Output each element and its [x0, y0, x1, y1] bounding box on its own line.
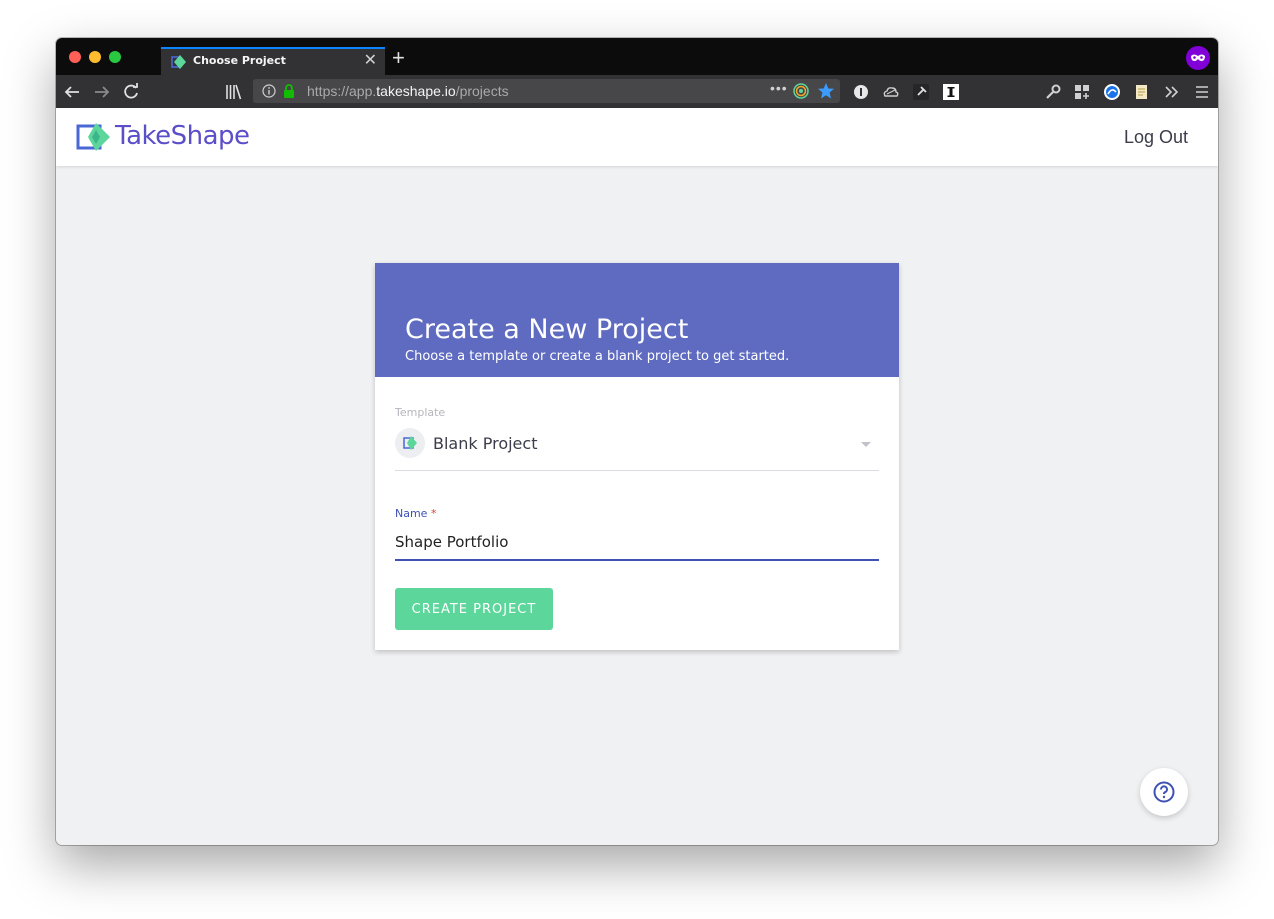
card-header: Create a New Project Choose a template o…: [375, 263, 899, 377]
logout-link[interactable]: Log Out: [1124, 127, 1188, 148]
card-title: Create a New Project: [405, 314, 689, 345]
speed-extension-icon[interactable]: [1103, 83, 1121, 101]
url-bar[interactable]: https://app.takeshape.io/projects •••: [253, 79, 840, 103]
pocket-target-icon[interactable]: [793, 83, 809, 99]
create-project-button[interactable]: CREATE PROJECT: [395, 588, 553, 630]
cloud-extension-icon[interactable]: [882, 83, 900, 101]
create-project-card: Create a New Project Choose a template o…: [375, 263, 899, 650]
reload-icon[interactable]: [120, 81, 142, 103]
hamburger-menu-icon[interactable]: [1193, 83, 1211, 101]
project-name-input[interactable]: [395, 525, 879, 561]
required-asterisk: *: [427, 507, 437, 520]
navigation-bar: https://app.takeshape.io/projects •••: [56, 75, 1218, 108]
zoom-window-button[interactable]: [109, 51, 121, 63]
new-tab-button[interactable]: +: [392, 46, 405, 70]
lock-icon[interactable]: [282, 83, 296, 99]
takeshape-favicon-icon: [171, 55, 186, 69]
blank-project-icon: [403, 436, 417, 450]
bookmark-star-icon[interactable]: [817, 82, 835, 100]
logo-text[interactable]: TakeShape: [115, 121, 250, 151]
template-select[interactable]: Blank Project: [395, 426, 879, 471]
minimize-window-button[interactable]: [89, 51, 101, 63]
caret-down-icon[interactable]: [861, 442, 871, 447]
library-icon[interactable]: [223, 81, 245, 103]
tab-close-icon[interactable]: ✕: [364, 51, 377, 71]
help-button[interactable]: [1140, 768, 1188, 816]
page-actions-menu-icon[interactable]: •••: [770, 80, 788, 96]
close-window-button[interactable]: [69, 51, 81, 63]
template-label: Template: [395, 406, 446, 419]
back-arrow-icon[interactable]: [61, 81, 83, 103]
name-label: Name *: [395, 507, 437, 520]
forward-arrow-icon[interactable]: [91, 81, 113, 103]
grid-extension-icon[interactable]: [1073, 83, 1091, 101]
info-icon[interactable]: [262, 84, 276, 98]
help-circle-icon: [1153, 781, 1175, 803]
tab-bar: Choose Project ✕ +: [56, 38, 1218, 75]
template-value: Blank Project: [433, 434, 538, 453]
notes-extension-icon[interactable]: [1133, 83, 1151, 101]
template-icon-badge: [395, 428, 425, 458]
card-subtitle: Choose a template or create a blank proj…: [405, 349, 790, 364]
wrench-icon[interactable]: [1044, 83, 1062, 101]
onepassword-extension-icon[interactable]: [852, 83, 870, 101]
tab-choose-project[interactable]: Choose Project ✕: [161, 47, 385, 75]
app-header: TakeShape Log Out: [56, 108, 1218, 166]
tab-title: Choose Project: [193, 54, 286, 67]
url-text[interactable]: https://app.takeshape.io/projects: [307, 83, 509, 99]
takeshape-logo-icon[interactable]: [76, 122, 112, 152]
private-browsing-icon: [1186, 46, 1210, 70]
instapaper-extension-icon[interactable]: [942, 83, 960, 101]
browser-window: Choose Project ✕ + https://app.takeshape…: [56, 38, 1218, 845]
overflow-chevrons-icon[interactable]: [1163, 83, 1181, 101]
pin-extension-icon[interactable]: [912, 83, 930, 101]
